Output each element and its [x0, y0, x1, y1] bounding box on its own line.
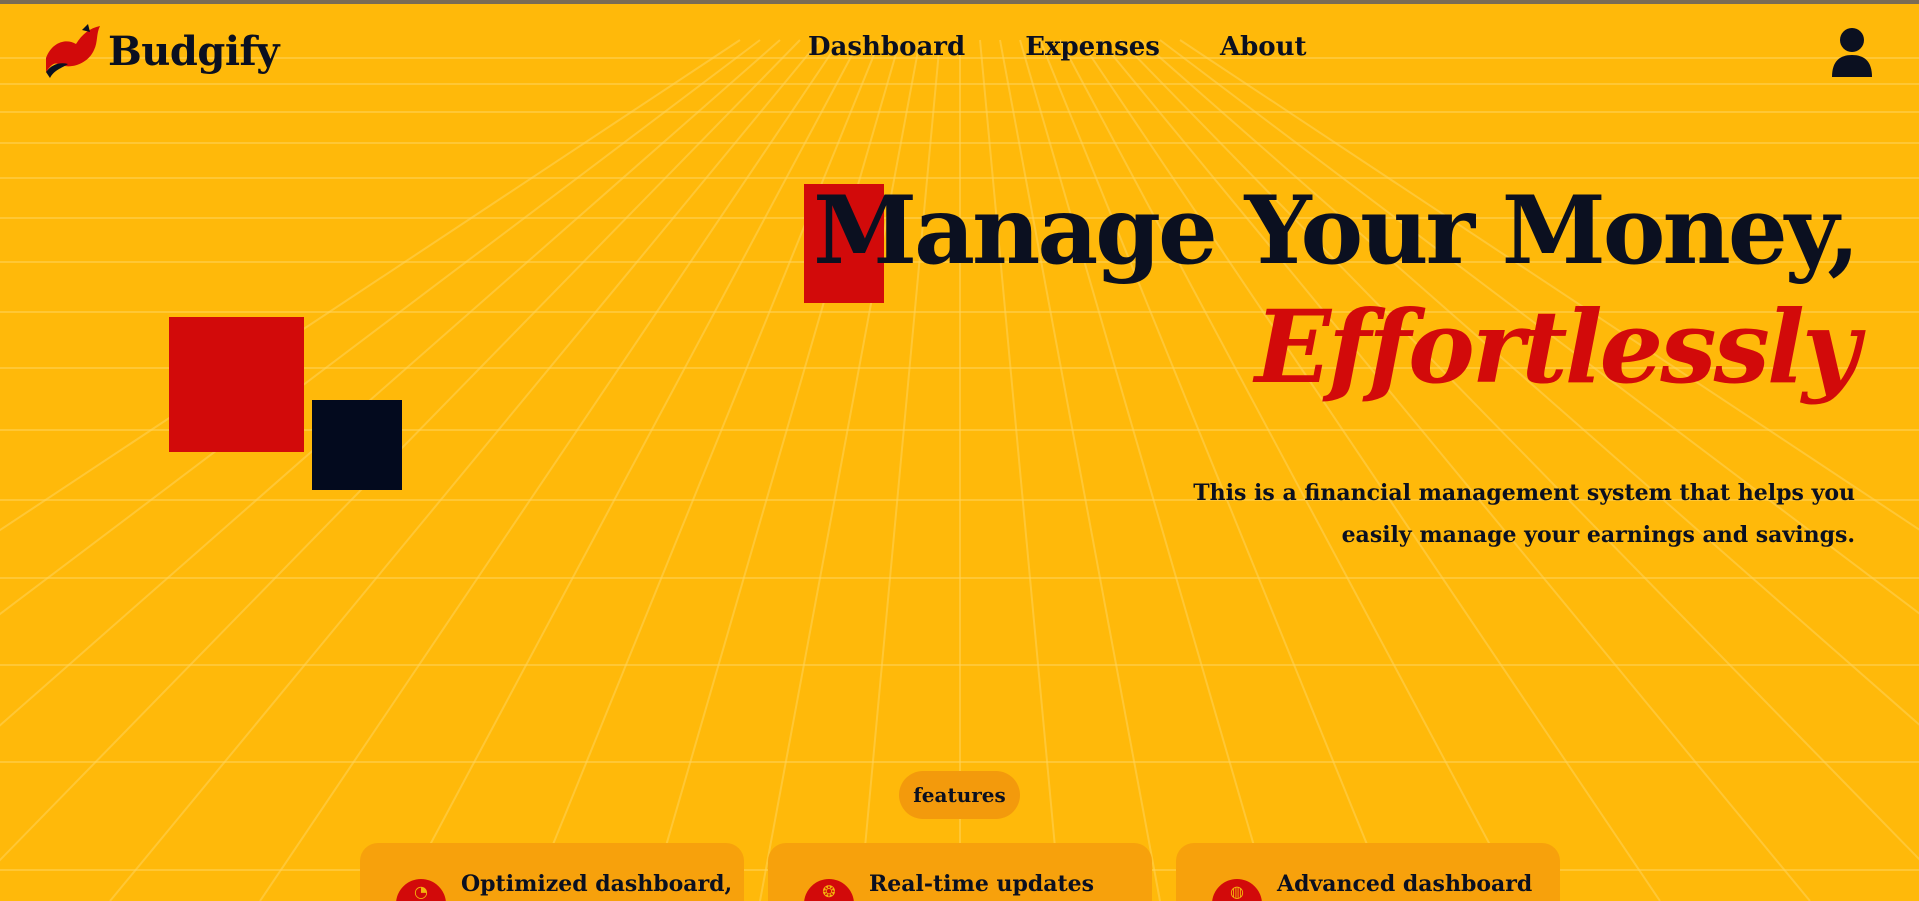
brand-logo[interactable]: Budgify — [44, 24, 279, 78]
feature-card-title: Advanced dashboard — [1277, 871, 1533, 897]
user-icon — [1832, 28, 1872, 77]
hero-accent-title: Effortlessly — [1254, 288, 1860, 406]
feature-card-title: Optimized dashboard, — [461, 871, 733, 897]
nav-item-about[interactable]: About — [1220, 32, 1307, 62]
features-badge: features — [899, 771, 1020, 819]
user-account-button[interactable] — [1830, 27, 1874, 79]
feature-card-real-time-updates[interactable]: ❂ Real-time updates — [768, 843, 1152, 901]
feature-card-advanced-dashboard[interactable]: ◍ Advanced dashboard — [1176, 843, 1560, 901]
fox-tail-logo-icon — [46, 24, 100, 78]
piggy-bank-icon: ◍ — [1212, 879, 1262, 901]
hero-description: This is a financial management system th… — [1193, 480, 1855, 548]
feature-card-optimized-dashboard[interactable]: ◔ Optimized dashboard, — [360, 843, 744, 901]
decorative-navy-square — [312, 400, 402, 490]
main-nav: Dashboard Expenses About — [808, 32, 1307, 62]
gauge-icon: ◔ — [396, 879, 446, 901]
feature-card-title: Real-time updates — [869, 871, 1095, 897]
nav-item-dashboard[interactable]: Dashboard — [808, 32, 965, 62]
nav-item-expenses[interactable]: Expenses — [1025, 32, 1160, 62]
coins-icon: ❂ — [804, 879, 854, 901]
brand-name: Budgify — [108, 27, 279, 75]
hero-title: Manage Your Money, — [813, 176, 1860, 286]
decorative-red-square — [169, 317, 304, 452]
